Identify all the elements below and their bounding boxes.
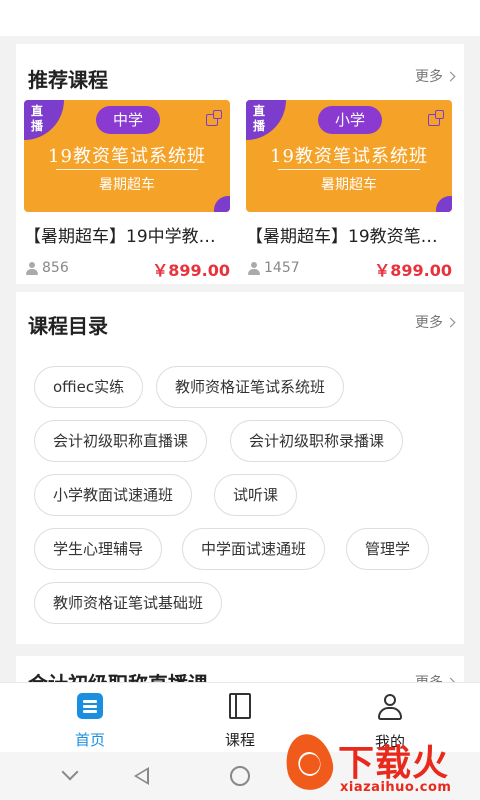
back-triangle-icon[interactable] [134,767,149,785]
watermark-domain: xiazaihuo.com [340,780,452,795]
level-badge: 中学 [96,106,160,134]
user-icon [376,693,404,721]
catalog-tag[interactable]: 教师资格证笔试系统班 [156,366,345,408]
chevron-right-icon [445,317,456,327]
course-thumbnail: 直播 中学 19教资笔试系统班 暑期超车 [24,100,230,212]
tab-home[interactable]: 首页 [50,693,130,750]
course-card[interactable]: 直播 中学 19教资笔试系统班 暑期超车 【暑期超车】19中学教资笔试系统班 8… [24,100,230,280]
more-link[interactable]: 更多 [415,66,456,86]
live-badge: 直播 [252,104,265,133]
share-icon [428,110,444,126]
student-count: 1457 [248,260,300,276]
catalog-section: 课程目录 更多 offiec实练 教师资格证笔试系统班 会计初级职称直播课 会计… [16,292,464,644]
top-content-strip [0,0,480,36]
course-price: ￥899.00 [152,261,230,280]
share-icon [206,110,222,126]
collapse-chevron-icon[interactable] [61,763,79,781]
book-icon [229,693,251,719]
download-icon [300,754,320,774]
banner-subtitle: 暑期超车 [321,177,377,193]
live-badge: 直播 [30,104,43,133]
catalog-tag[interactable]: 试听课 [214,474,298,516]
catalog-tag[interactable]: 学生心理辅导 [34,528,163,570]
section-title: 课程目录 [28,314,108,338]
person-icon [26,261,38,275]
level-badge: 小学 [318,106,382,134]
course-title: 【暑期超车】19中学教资笔试系统班 [24,227,230,247]
person-icon [248,261,260,275]
section-title: 推荐课程 [28,68,108,92]
chevron-right-icon [445,71,456,81]
home-circle-icon[interactable] [230,766,250,786]
watermark-logo: 下载火 xiazaihuo.com [278,729,478,800]
watermark-brand: 下载火 [338,743,450,784]
course-card[interactable]: 直播 小学 19教资笔试系统班 暑期超车 【暑期超车】19教资笔试系统班 145… [246,100,452,280]
catalog-tag[interactable]: 中学面试速通班 [182,528,326,570]
tab-courses[interactable]: 课程 [200,693,280,750]
catalog-tag[interactable]: 小学教面试速通班 [34,474,193,516]
course-title: 【暑期超车】19教资笔试系统班 [246,227,452,247]
catalog-tag[interactable]: offiec实练 [34,366,144,408]
more-link[interactable]: 更多 [415,312,456,332]
catalog-tag[interactable]: 教师资格证笔试基础班 [34,582,223,624]
course-thumbnail: 直播 小学 19教资笔试系统班 暑期超车 [246,100,452,212]
catalog-tag[interactable]: 会计初级职称录播课 [230,420,404,462]
recommended-section: 推荐课程 更多 直播 中学 19教资笔试系统班 暑期超车 【暑期超车】19中学教… [16,44,464,284]
catalog-tag[interactable]: 管理学 [346,528,430,570]
banner-subtitle: 暑期超车 [99,177,155,193]
catalog-tag[interactable]: 会计初级职称直播课 [34,420,208,462]
course-price: ￥899.00 [374,261,452,280]
home-list-icon [77,693,103,719]
banner-title: 19教资笔试系统班 [48,146,206,167]
student-count: 856 [26,260,69,276]
banner-title: 19教资笔试系统班 [270,146,428,167]
